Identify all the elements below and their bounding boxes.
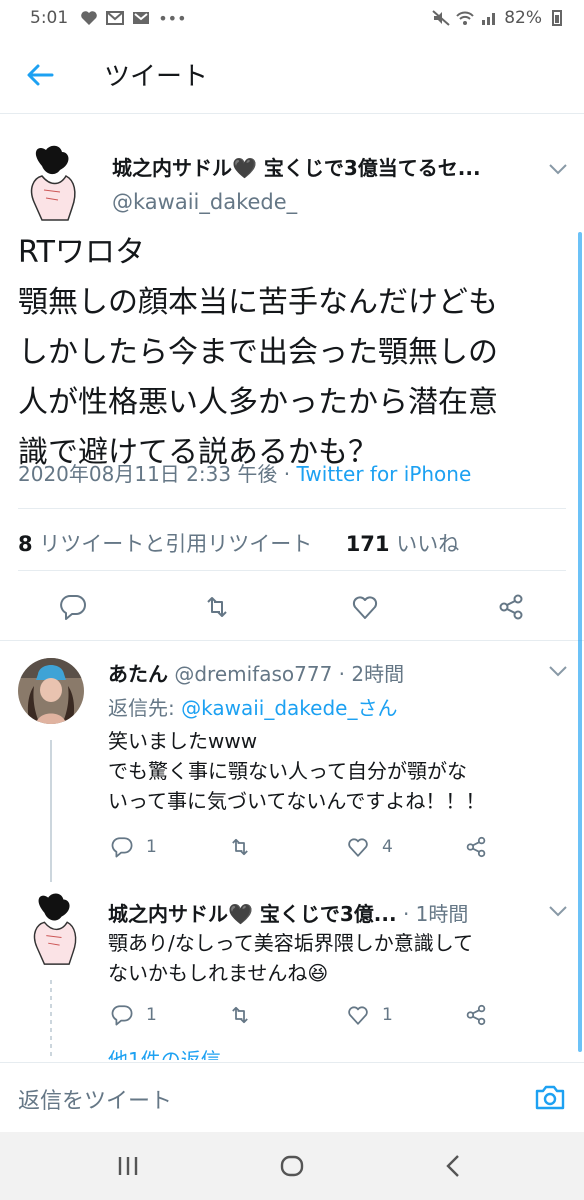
reply-line: いって事に気づいてないんですよね！！！	[108, 789, 486, 813]
retweet-count: 8	[18, 532, 33, 556]
gmail-icon	[133, 12, 150, 24]
reply-line: ないかもしれませんね😆	[108, 961, 329, 985]
mute-icon	[432, 10, 450, 26]
divider	[18, 570, 566, 571]
reply-count: 1	[146, 837, 157, 857]
home-icon[interactable]	[278, 1152, 306, 1180]
like-stat-label: いいね	[389, 532, 460, 556]
divider	[18, 508, 566, 509]
share-action[interactable]	[464, 1002, 488, 1028]
reply-author-name[interactable]: 城之内サドル🖤 宝くじで3億...	[108, 902, 397, 926]
show-more-replies-link[interactable]: 他1件の返信	[108, 1044, 221, 1060]
retweet-action[interactable]	[228, 1002, 264, 1028]
chevron-down-icon[interactable]	[548, 904, 568, 918]
reply-body: 笑いましたwww でも驚く事に顎ない人って自分が顎がな いって事に気づいてないん…	[108, 726, 485, 816]
signal-icon	[482, 13, 496, 25]
chevron-down-icon[interactable]	[548, 664, 568, 678]
like-count: 1	[382, 1005, 393, 1025]
tweet-source-link[interactable]: Twitter for iPhone	[297, 462, 472, 486]
retweet-stat[interactable]: 8 リツイートと引用リツイート	[18, 532, 312, 556]
like-action[interactable]: 4	[346, 834, 393, 860]
author-avatar[interactable]	[20, 142, 80, 222]
reply-icon	[111, 837, 133, 858]
like-count: 4	[382, 837, 393, 857]
status-time: 5:01	[30, 8, 69, 28]
system-navigation-bar	[0, 1132, 584, 1200]
system-icons: 82%	[432, 8, 566, 28]
retweet-icon	[232, 838, 248, 856]
author-name[interactable]: 城之内サドル🖤 宝くじで3億当てるセ...	[112, 152, 522, 181]
reply-count: 1	[146, 1005, 157, 1025]
reply-to-prefix: 返信先:	[108, 696, 182, 720]
share-icon	[466, 1004, 486, 1026]
more-notifications-icon: •••	[158, 8, 187, 28]
like-stat[interactable]: 171 いいね	[346, 532, 460, 556]
battery-icon	[552, 10, 562, 26]
share-action[interactable]	[464, 834, 488, 860]
chevron-down-icon[interactable]	[548, 162, 568, 176]
camera-icon[interactable]	[534, 1083, 566, 1111]
heart-icon	[348, 1006, 368, 1025]
reply-avatar[interactable]	[22, 890, 82, 966]
wifi-icon	[456, 11, 474, 25]
reply-header: あたん @dremifaso777 · 2時間	[108, 658, 404, 687]
status-bar: 5:01 ••• 82%	[0, 0, 584, 36]
retweet-action[interactable]	[228, 834, 264, 860]
reply-header: 城之内サドル🖤 宝くじで3億... · 1時間	[108, 898, 548, 927]
reply-icon	[111, 1005, 133, 1026]
tweet-actions	[0, 584, 584, 634]
author-handle[interactable]: @kawaii_dakede_	[112, 190, 297, 214]
page-title: ツイート	[104, 62, 209, 92]
back-nav-icon[interactable]	[440, 1152, 468, 1180]
reply-input[interactable]: 返信をツイート	[18, 1083, 172, 1115]
reply-tweet[interactable]: 城之内サドル🖤 宝くじで3億... · 1時間 顎あり/なしって美容垢界隈しか意…	[0, 880, 584, 1040]
reply-author-handle[interactable]: @dremifaso777	[174, 662, 332, 686]
tweet-line: 顎無しの顔本当に苦手なんだけども	[18, 285, 498, 320]
tweet-stats: 8 リツイートと引用リツイート 171 いいね	[18, 528, 459, 558]
share-icon[interactable]	[496, 592, 526, 622]
reply-avatar[interactable]	[18, 658, 84, 724]
tweet-line: しかしたら今まで出会った顎無しの	[18, 335, 498, 370]
tweet-timestamp: 2020年08月11日 2:33 午後	[18, 462, 278, 486]
like-action[interactable]: 1	[346, 1002, 393, 1028]
reply-line: でも驚く事に顎ない人って自分が顎がな	[108, 759, 467, 783]
reply-tweet[interactable]: あたん @dremifaso777 · 2時間 返信先: @kawaii_dak…	[0, 640, 584, 880]
avatar-photo	[18, 658, 84, 724]
meta-separator: ·	[277, 462, 297, 486]
mail-icon	[106, 11, 125, 25]
heart-icon	[348, 838, 368, 857]
battery-percent: 82%	[504, 8, 542, 28]
tweet-body: RTワロタ 顎無しの顔本当に苦手なんだけども しかしたら今まで出会った顎無しの …	[18, 228, 568, 478]
reply-action[interactable]: 1	[110, 1002, 157, 1028]
tweet-meta: 2020年08月11日 2:33 午後 · Twitter for iPhone	[18, 458, 471, 487]
tweet-author-row[interactable]: 城之内サドル🖤 宝くじで3億当てるセ... @kawaii_dakede_	[0, 128, 584, 228]
top-app-bar: ツイート	[0, 36, 584, 114]
reply-action[interactable]: 1	[110, 834, 157, 860]
reply-line: 顎あり/なしって美容垢界隈しか意識して	[108, 931, 474, 955]
reply-composer: 返信をツイート	[0, 1062, 584, 1132]
reply-to-line: 返信先: @kawaii_dakede_さん	[108, 692, 397, 721]
reply-icon[interactable]	[58, 592, 88, 622]
scrollbar[interactable]	[578, 232, 582, 1052]
back-arrow-icon	[27, 64, 54, 85]
reply-time: · 1時間	[402, 902, 469, 926]
notification-icons: •••	[80, 8, 187, 28]
reply-line: 笑いましたwww	[108, 729, 258, 753]
like-count: 171	[345, 532, 390, 556]
tweet-line: 人が性格悪い人多かったから潜在意	[18, 385, 498, 420]
retweet-icon[interactable]	[202, 592, 232, 622]
recent-apps-icon[interactable]	[114, 1152, 142, 1180]
retweet-stat-label: リツイートと引用リツイート	[32, 532, 313, 556]
tweet-line: RTワロタ	[18, 235, 145, 270]
reply-author-name[interactable]: あたん	[108, 662, 168, 686]
share-icon	[466, 836, 486, 858]
back-button[interactable]	[20, 55, 60, 95]
reply-time: · 2時間	[332, 662, 405, 686]
retweet-icon	[232, 1006, 248, 1024]
heart-notification-icon	[81, 11, 97, 25]
reply-body: 顎あり/なしって美容垢界隈しか意識して ないかもしれませんね😆	[108, 928, 473, 988]
heart-icon[interactable]	[350, 592, 380, 622]
reply-to-handle[interactable]: @kawaii_dakede_さん	[181, 696, 397, 720]
